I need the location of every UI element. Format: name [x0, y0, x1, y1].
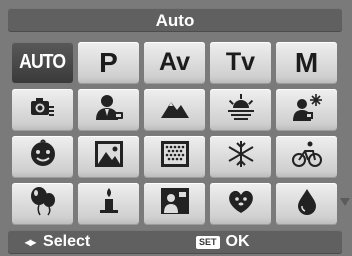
scene-candlelight-button[interactable]	[78, 183, 139, 224]
scene-pet-button[interactable]	[210, 183, 271, 224]
scene-sunset-button[interactable]	[210, 89, 271, 130]
candlelight-icon	[93, 186, 125, 221]
scroll-down-indicator[interactable]	[340, 198, 350, 206]
mode-label: M	[294, 46, 319, 78]
mode-av-button[interactable]: Av	[144, 42, 205, 83]
portrait-icon	[93, 92, 125, 127]
scene-party-button[interactable]	[12, 183, 73, 224]
baby-face-icon	[27, 139, 59, 174]
menu-title: Auto	[155, 11, 195, 30]
scene-snow-button[interactable]	[210, 136, 271, 177]
ok-label: OK	[225, 233, 250, 250]
pet-icon	[225, 186, 257, 221]
scene-sports-button[interactable]	[276, 136, 337, 177]
pattern-icon	[159, 139, 191, 174]
mode-label: P	[99, 46, 118, 78]
scene-mode-menu: Auto AUTO P Av Tv M ◂▸ Select SET OK	[0, 0, 352, 256]
camera-settings-icon	[27, 92, 59, 127]
scene-kids-button[interactable]	[12, 136, 73, 177]
mode-grid: AUTO P Av Tv M	[12, 42, 340, 225]
landscape-icon	[159, 92, 191, 127]
left-right-arrows-icon: ◂▸	[25, 235, 36, 249]
mode-label: AUTO	[19, 51, 66, 73]
scene-self-portrait-button[interactable]	[144, 183, 205, 224]
party-icon	[27, 186, 59, 221]
footer-bar: ◂▸ Select SET OK	[8, 230, 342, 254]
mode-p-button[interactable]: P	[78, 42, 139, 83]
mode-label: Tv	[225, 48, 256, 76]
mode-tv-button[interactable]: Tv	[210, 42, 271, 83]
mode-label: Av	[158, 48, 191, 76]
cycling-icon	[291, 139, 323, 174]
landscape-frame-icon	[93, 139, 125, 174]
scene-portrait-button[interactable]	[78, 89, 139, 130]
scene-pattern-button[interactable]	[144, 136, 205, 177]
set-button-badge: SET	[196, 235, 220, 249]
underwater-drop-icon	[291, 186, 323, 221]
scene-landscape-button[interactable]	[144, 89, 205, 130]
mode-m-button[interactable]: M	[276, 42, 337, 83]
select-hint: ◂▸ Select	[25, 233, 90, 251]
select-label: Select	[43, 233, 91, 250]
self-portrait-icon	[159, 186, 191, 221]
mode-auto-button[interactable]: AUTO	[12, 42, 73, 83]
scene-camera-settings-button[interactable]	[12, 89, 73, 130]
sunset-icon	[225, 92, 257, 127]
scene-underwater-button[interactable]	[276, 183, 337, 224]
scene-night-portrait-button[interactable]	[276, 89, 337, 130]
night-portrait-icon	[291, 92, 323, 127]
snow-icon	[225, 139, 257, 174]
ok-hint: SET OK	[196, 233, 250, 251]
scene-framed-landscape-button[interactable]	[78, 136, 139, 177]
title-bar: Auto	[8, 8, 342, 32]
